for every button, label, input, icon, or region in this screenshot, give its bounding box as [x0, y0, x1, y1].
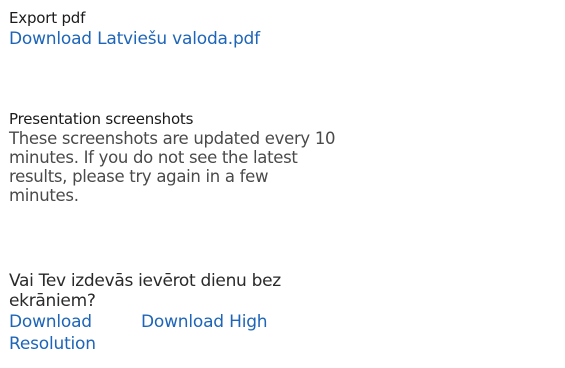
download-high-resolution-link[interactable]: Download High — [141, 311, 268, 333]
presentation-screenshots-section: Presentation screenshots These screensho… — [9, 109, 339, 205]
export-pdf-section: Export pdf Download Latviešu valoda.pdf — [9, 8, 260, 50]
download-pdf-link[interactable]: Download Latviešu valoda.pdf — [9, 28, 260, 50]
screenshots-description: These screenshots are updated every 10 m… — [9, 129, 336, 205]
question-title: Vai Tev izdevās ievērot dienu bez ekrāni… — [9, 271, 281, 311]
presentation-screenshots-heading: Presentation screenshots — [9, 110, 194, 128]
download-links-row: Download Resolution Download High — [9, 311, 329, 355]
export-pdf-heading: Export pdf — [9, 9, 86, 27]
download-resolution-link[interactable]: Download Resolution — [9, 311, 119, 355]
question-section: Vai Tev izdevās ievērot dienu bez ekrāni… — [9, 271, 329, 355]
